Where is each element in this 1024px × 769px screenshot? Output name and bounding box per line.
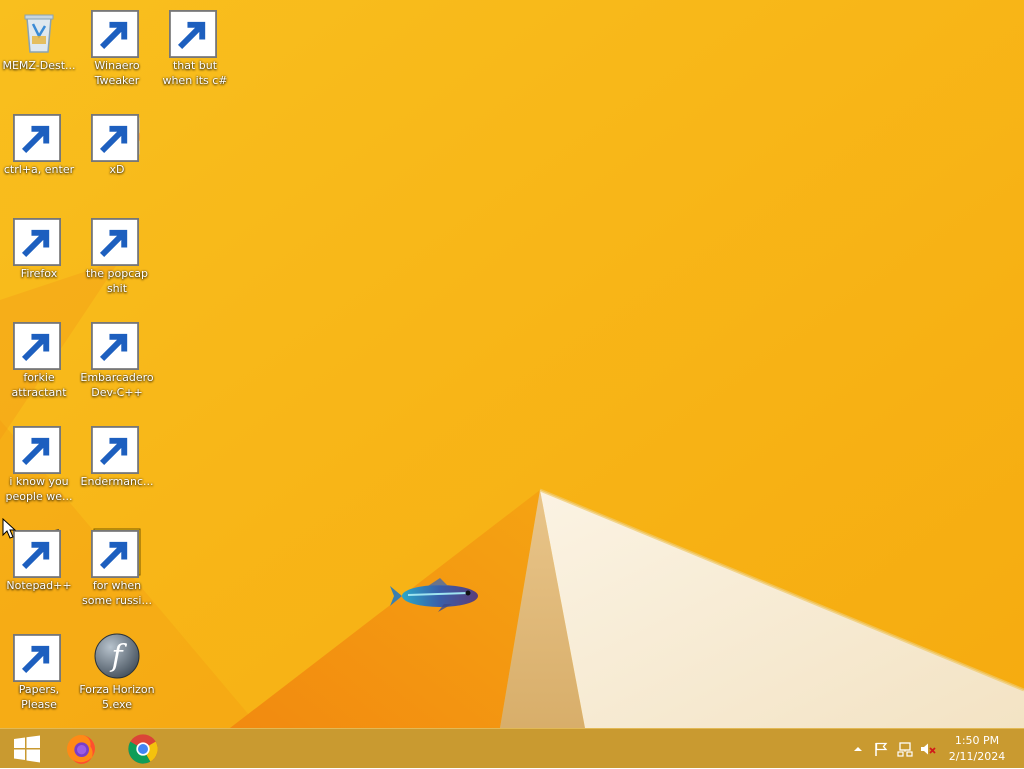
hxd-icon: H X D <box>91 112 141 162</box>
windows-logo-icon <box>14 735 40 763</box>
shortcut-arrow-icon <box>13 218 61 266</box>
desktop-icon-label: xD <box>109 163 125 176</box>
desktop-icon-devcpp[interactable]: DEV C++ Embarcadero Dev-C++ <box>78 312 156 400</box>
desktop-icon-label: Firefox <box>20 267 58 280</box>
shortcut-arrow-icon <box>91 530 139 578</box>
desktop-icon-forkie[interactable]: forkie attractant <box>0 312 78 400</box>
taskbar-firefox-button[interactable] <box>54 729 108 769</box>
window-app-icon <box>91 424 141 474</box>
taskbar-clock[interactable]: 1:50 PM 2/11/2024 <box>942 733 1012 765</box>
fish-icon[interactable] <box>388 576 484 614</box>
clock-date: 2/11/2024 <box>948 750 1006 763</box>
flash-icon: f <box>93 632 141 680</box>
devcpp-icon: DEV C++ <box>91 320 141 370</box>
desktop-icon-chrome[interactable]: i know you people we... <box>0 416 78 504</box>
desktop[interactable]: MEMZ-Dest... Winaero Tweaker that but wh… <box>0 0 1024 728</box>
shortcut-arrow-icon <box>91 10 139 58</box>
shortcut-arrow-icon <box>13 426 61 474</box>
desktop-icon-label: for when some russi... <box>82 579 152 607</box>
show-hidden-icons-chevron[interactable] <box>850 741 866 757</box>
magnifier-icon <box>13 112 63 162</box>
desktop-icon-russian[interactable]: D e for when some russi... <box>78 520 156 608</box>
desktop-icon-label: the popcap shit <box>85 267 148 295</box>
desktop-icon-popcap[interactable]: the popcap shit <box>78 208 156 296</box>
shortcut-arrow-icon <box>13 322 61 370</box>
desktop-icon-label: Embarcadero Dev-C++ <box>80 371 154 399</box>
shortcut-arrow-icon <box>13 634 61 682</box>
desktop-icon-memz[interactable]: MEMZ-Dest... <box>0 0 78 73</box>
de-icon: D e <box>91 528 141 578</box>
network-icon[interactable] <box>897 741 913 757</box>
start-button[interactable] <box>0 729 54 769</box>
shortcut-arrow-icon <box>91 114 139 162</box>
desktop-icon-papers[interactable]: Papers, Please <box>0 624 78 712</box>
shortcut-arrow-icon <box>91 322 139 370</box>
folder-icon <box>91 216 141 266</box>
desktop-icon-forza[interactable]: f Forza Horizon 5.exe <box>78 624 156 712</box>
desktop-icon-label: Endermanc... <box>80 475 154 488</box>
shortcut-arrow-icon <box>169 10 217 58</box>
desktop-icon-label: i know you people we... <box>5 475 73 503</box>
winaero-icon <box>91 8 141 58</box>
desktop-icon-label: that but when its c# <box>162 59 228 87</box>
monitor-gears-icon <box>13 320 63 370</box>
stacked-windows-icon <box>169 8 219 58</box>
desktop-icon-label: Forza Horizon 5.exe <box>79 683 155 711</box>
desktop-icon-label: ctrl+a, enter <box>3 163 75 176</box>
action-center-flag-icon[interactable] <box>873 741 889 757</box>
chrome-icon <box>128 734 158 764</box>
desktop-icon-ctrl-a[interactable]: ctrl+a, enter <box>0 104 78 177</box>
desktop-icon-winaero[interactable]: Winaero Tweaker <box>78 0 156 88</box>
desktop-icon-label: Winaero Tweaker <box>94 59 140 87</box>
firefox-icon <box>67 734 95 764</box>
desktop-icon-label: Papers, Please <box>18 683 60 711</box>
firefox-icon <box>13 216 63 266</box>
desktop-icon-label: MEMZ-Dest... <box>2 59 76 72</box>
clock-time: 1:50 PM <box>954 734 1000 747</box>
desktop-icon-xd[interactable]: H X D xD <box>78 104 156 177</box>
shortcut-arrow-icon <box>13 530 61 578</box>
chrome-icon <box>13 424 63 474</box>
notepadpp-icon <box>13 528 63 578</box>
shortcut-arrow-icon <box>13 114 61 162</box>
desktop-icon-label: forkie attractant <box>11 371 67 399</box>
desktop-icon-csharp[interactable]: that but when its c# <box>156 0 234 88</box>
desktop-icon-firefox[interactable]: Firefox <box>0 208 78 281</box>
taskbar[interactable]: 1:50 PM 2/11/2024 <box>0 728 1024 768</box>
desktop-icon-label: Notepad++ <box>6 579 72 592</box>
recycle-bin-icon <box>15 8 63 56</box>
shortcut-arrow-icon <box>91 218 139 266</box>
mouse-cursor-icon <box>2 518 16 539</box>
taskbar-chrome-button[interactable] <box>116 729 170 769</box>
papers-please-icon <box>13 632 63 682</box>
shortcut-arrow-icon <box>91 426 139 474</box>
desktop-icon-enderman[interactable]: Endermanc... <box>78 416 156 489</box>
volume-muted-icon[interactable] <box>920 741 936 757</box>
